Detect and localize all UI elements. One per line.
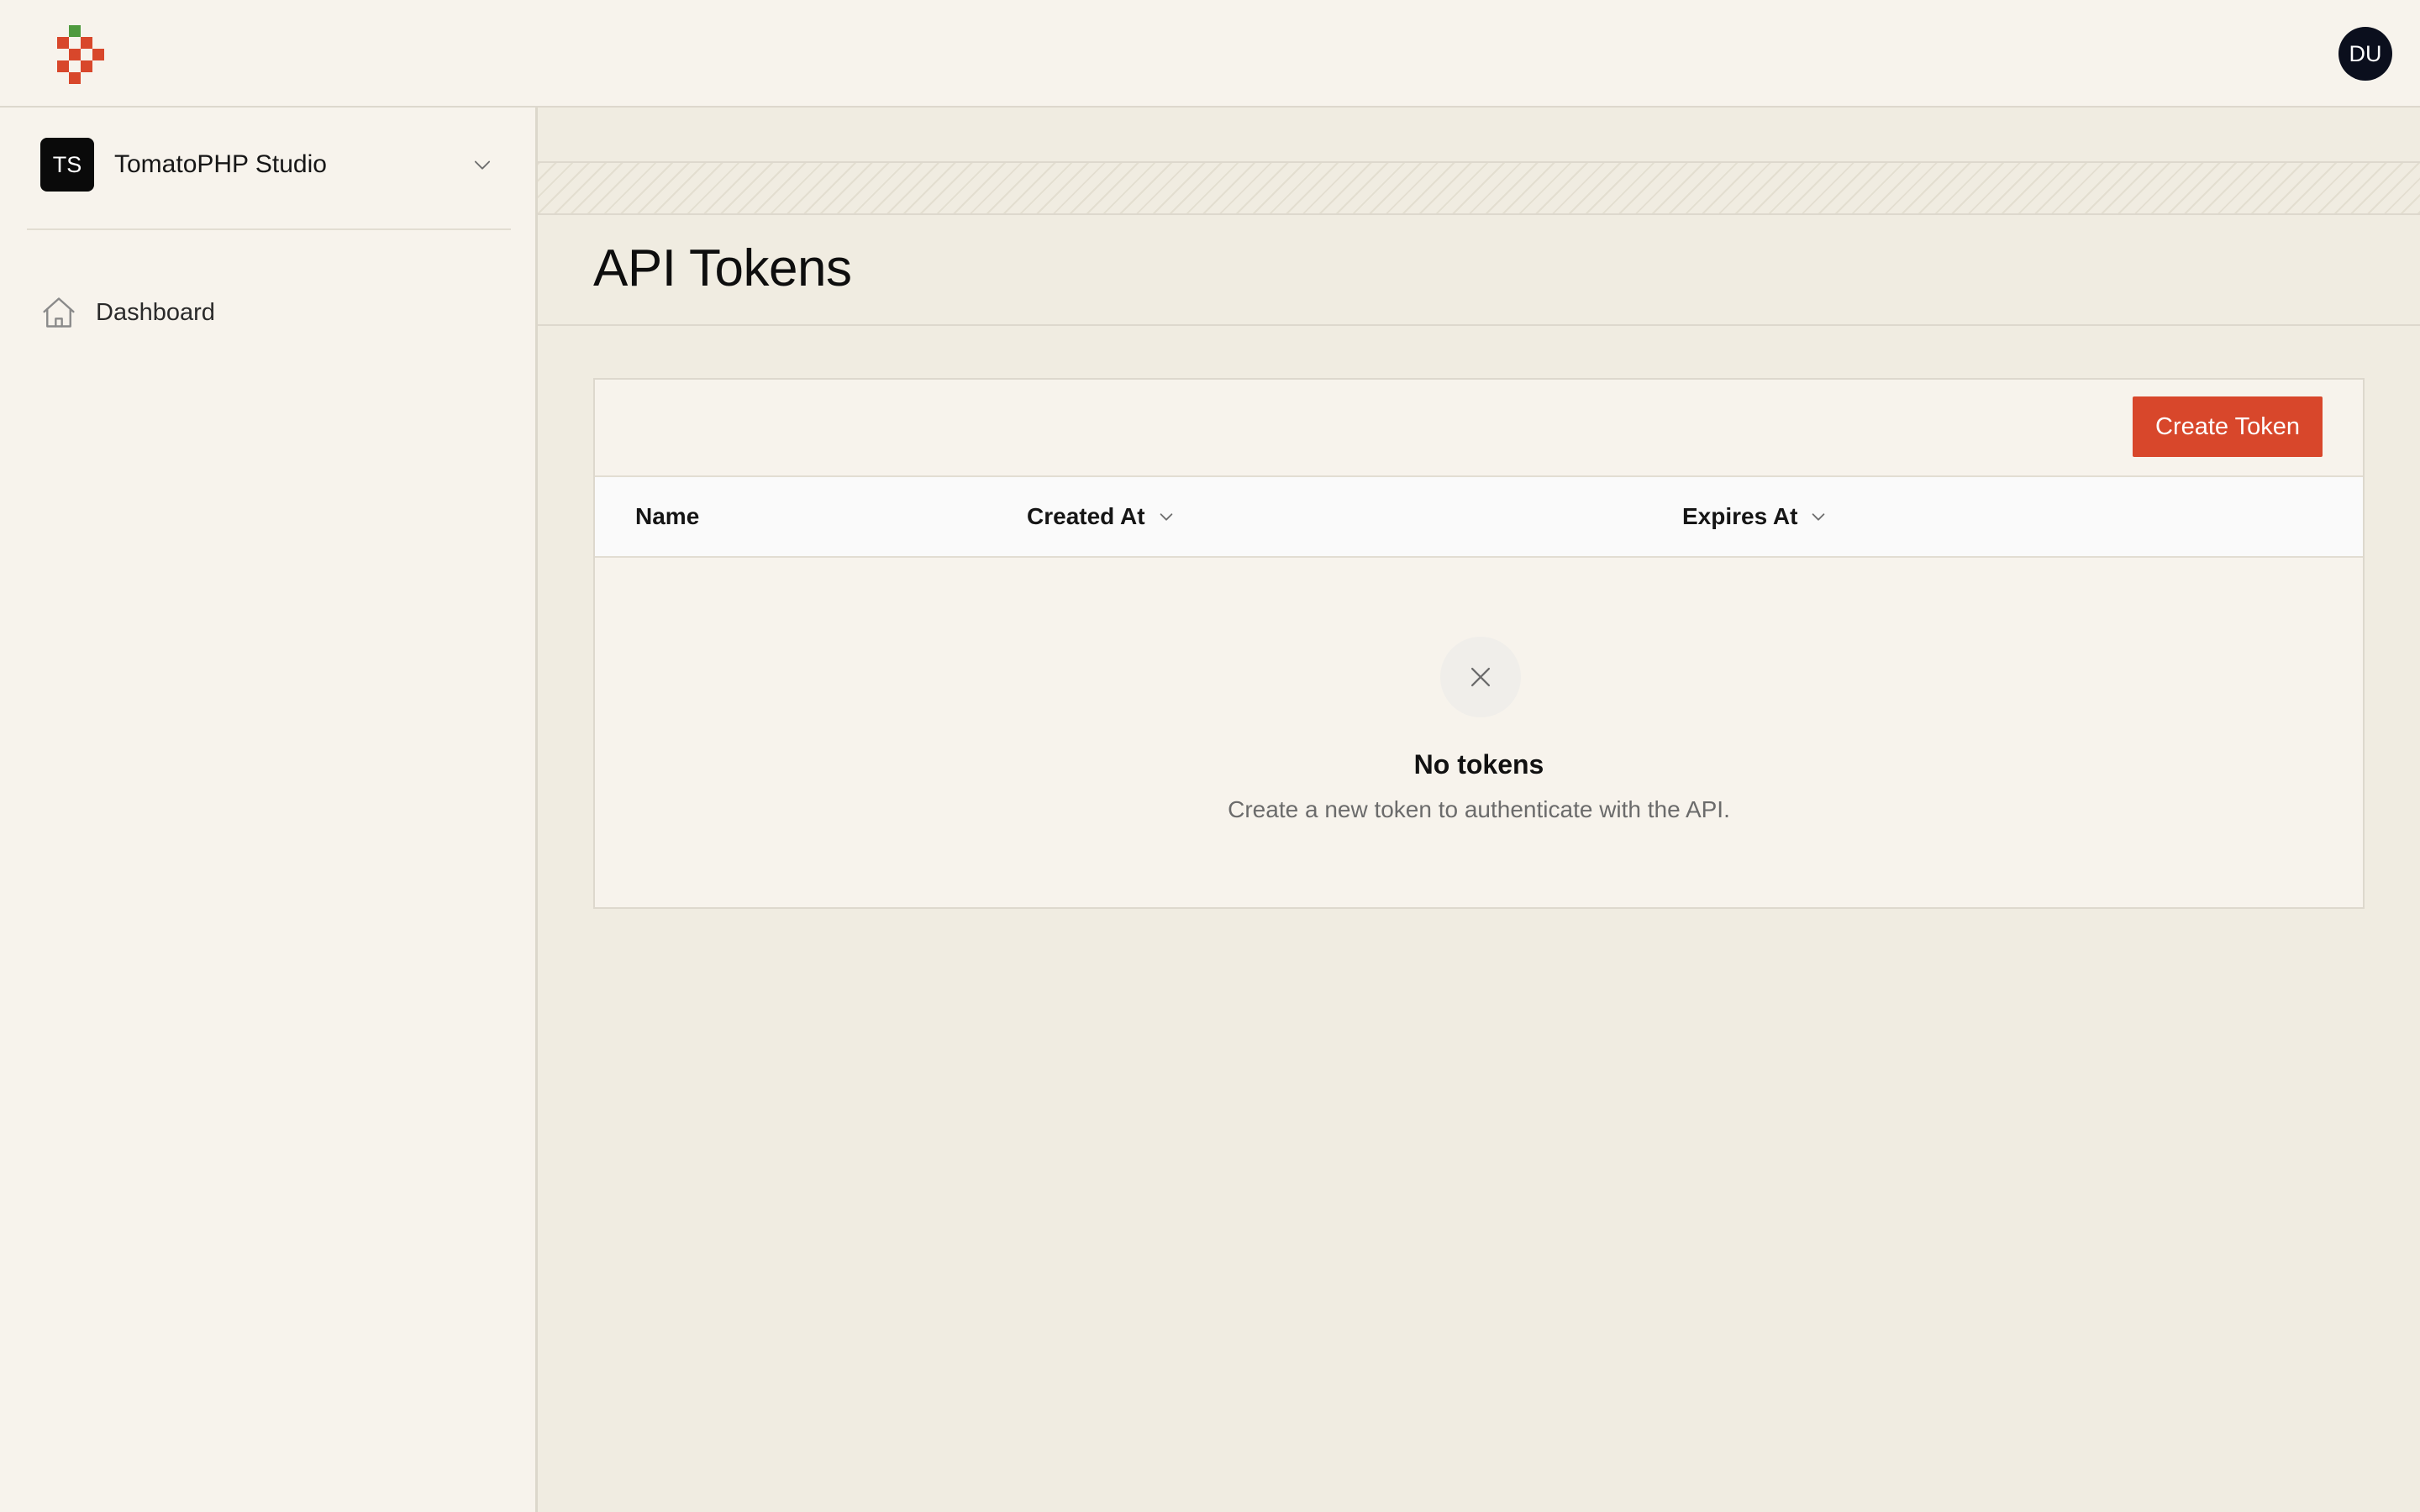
sidebar: TS TomatoPHP Studio Dashboard: [0, 108, 538, 1512]
chevron-down-icon: [1160, 513, 1172, 521]
page-title: API Tokens: [593, 239, 852, 297]
decorative-stripe-band: [538, 161, 2420, 215]
empty-state: No tokens Create a new token to authenti…: [595, 558, 2363, 911]
logo-pixel: [69, 49, 81, 60]
sidebar-divider: [27, 228, 511, 230]
tokens-table-card: Create Token Name Created At Expires At: [593, 378, 2365, 909]
sidebar-item-label: Dashboard: [96, 298, 215, 326]
table-toolbar: Create Token: [595, 380, 2363, 475]
top-bar: DU: [0, 0, 2420, 108]
main-content: API Tokens Create Token Name Created At …: [538, 108, 2420, 1512]
logo-pixel: [57, 37, 69, 49]
empty-state-description: Create a new token to authenticate with …: [1228, 796, 1730, 822]
logo-pixel: [69, 72, 81, 84]
home-icon: [43, 297, 75, 328]
close-icon: [1470, 667, 1491, 687]
column-header-label: Expires At: [1682, 503, 1798, 529]
logo-pixel: [57, 60, 69, 72]
column-header-name[interactable]: Name: [635, 477, 699, 556]
column-header-expires-at[interactable]: Expires At: [1682, 477, 1828, 556]
logo-pixel: [81, 60, 92, 72]
empty-state-title: No tokens: [1413, 749, 1544, 780]
team-badge: TS: [40, 138, 94, 192]
logo-pixel: [69, 25, 81, 37]
logo-pixel: [81, 37, 92, 49]
team-switcher[interactable]: TS TomatoPHP Studio: [27, 124, 511, 205]
column-header-created-at[interactable]: Created At: [1027, 477, 1176, 556]
table-header: Name Created At Expires At: [595, 475, 2363, 558]
logo-pixel: [92, 49, 104, 60]
create-token-button[interactable]: Create Token: [2133, 396, 2323, 457]
tomato-pixel-logo-icon[interactable]: [57, 25, 104, 84]
chevron-down-icon: [1812, 513, 1825, 521]
title-divider: [538, 324, 2420, 326]
empty-state-icon-circle: [1440, 637, 1521, 717]
column-header-label: Created At: [1027, 503, 1145, 529]
sidebar-item-dashboard[interactable]: Dashboard: [27, 282, 511, 343]
team-name: TomatoPHP Studio: [114, 150, 327, 178]
user-avatar[interactable]: DU: [2338, 27, 2392, 81]
chevron-down-icon: [474, 160, 491, 170]
column-header-label: Name: [635, 503, 700, 529]
